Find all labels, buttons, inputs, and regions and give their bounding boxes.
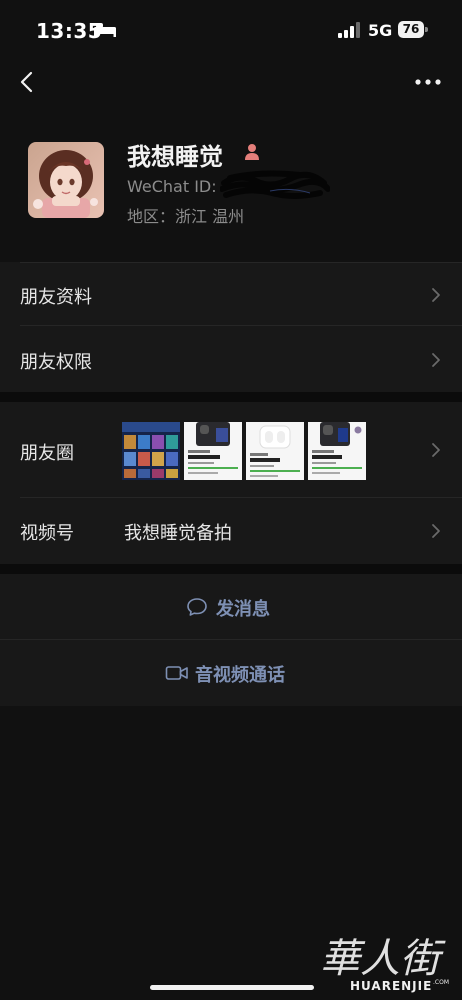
wechat-id-label: WeChat ID: [127,177,217,196]
phone-listing-image [308,422,366,480]
send-message-button[interactable]: 发消息 [0,574,462,640]
female-gender-icon [245,144,259,160]
section-gap [0,564,462,574]
moments-thumbnails [122,422,366,480]
send-message-label: 发消息 [216,599,270,620]
svg-text:華人街: 華人街 [320,936,446,980]
battery-level: 76 [402,22,420,36]
moments-row[interactable]: 朋友圈 [0,402,462,498]
video-call-label: 音视频通话 [195,665,285,686]
region: 地区：浙江 温州 [127,207,245,226]
phone-listing-image [184,422,242,480]
chevron-right-icon [432,288,440,302]
battery-icon: 76 [398,21,428,38]
more-dots-icon [415,79,441,85]
status-time: 13:35 [36,19,103,43]
more-button[interactable] [410,67,446,97]
back-button[interactable] [14,67,44,97]
friend-permissions-label: 朋友权限 [20,352,92,373]
avatar-image [28,142,104,218]
moments-label: 朋友圈 [20,443,74,464]
watermark-sub: .COM [433,979,449,986]
nickname: 我想睡觉 [127,143,223,171]
watermark-logo: 華人街 [320,936,446,980]
chevron-right-icon [432,524,440,538]
cellular-signal-icon [338,22,360,38]
home-indicator[interactable] [150,985,314,990]
profile-header: 我想睡觉 WeChat ID: 地区：浙江 温州 [0,125,462,235]
channels-row[interactable]: 视频号 我想睡觉备拍 [0,498,462,564]
section-gap [0,392,462,402]
channels-label: 视频号 [20,523,74,544]
video-call-button[interactable]: 音视频通话 [0,640,462,706]
row-divider [20,262,462,263]
video-camera-icon [165,666,188,680]
channel-name: 我想睡觉备拍 [124,523,232,544]
moments-thumbnail [184,422,242,480]
game-screenshot-image [122,422,180,480]
chevron-right-icon [432,443,440,457]
site-watermark: 華人街 HUARENJIE .COM [318,930,458,998]
moments-thumbnail [246,422,304,480]
avatar[interactable] [28,142,104,218]
watermark-text: HUARENJIE [350,979,433,993]
nav-bar [0,60,462,105]
friend-profile-label: 朋友资料 [20,287,92,308]
friend-profile-row[interactable]: 朋友资料 [0,262,462,326]
friend-permissions-row[interactable]: 朋友权限 [0,326,462,392]
chevron-left-icon [20,71,33,93]
chat-bubble-icon [187,598,207,616]
moments-thumbnail [308,422,366,480]
chevron-right-icon [432,353,440,367]
earbuds-listing-image [246,422,304,480]
network-type: 5G [368,21,393,40]
status-bar: 13:35 5G 76 [0,0,462,60]
redaction-scribble [220,170,330,199]
sleep-focus-icon [94,23,116,37]
moments-thumbnail [122,422,180,480]
